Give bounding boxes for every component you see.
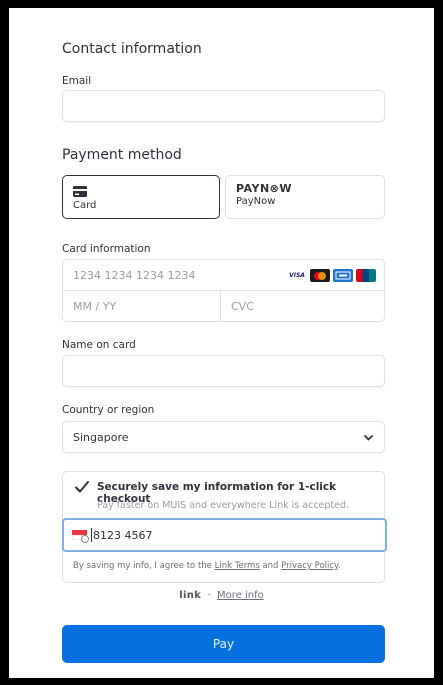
contact-section-title: Contact information (62, 41, 202, 57)
save-info-subtitle: Pay faster on MUIS and everywhere Link i… (97, 500, 350, 511)
pay-button[interactable]: Pay (62, 625, 385, 663)
card-icon (73, 186, 87, 197)
visa-icon: VISA (287, 269, 307, 282)
amex-icon (333, 269, 353, 282)
paynow-logo: PAYN⊗W (236, 182, 293, 195)
text-caret (91, 528, 92, 542)
tab-paynow[interactable]: PAYN⊗W PayNow (225, 175, 385, 219)
country-label: Country or region (62, 404, 155, 416)
chevron-down-icon (364, 435, 373, 441)
terms-and: and (259, 561, 282, 571)
email-label: Email (62, 75, 92, 87)
unionpay-icon (356, 269, 376, 282)
card-info-group: 1234 1234 1234 1234 VISA MM / YY CVC (62, 259, 385, 322)
phone-value: 8123 4567 (93, 528, 153, 542)
name-on-card-label: Name on card (62, 339, 136, 351)
card-info-label: Card information (62, 243, 151, 255)
singapore-flag-icon (72, 530, 89, 543)
payment-section-title: Payment method (62, 147, 182, 163)
terms-text: By saving my info, I agree to the Link T… (73, 561, 341, 571)
tab-card[interactable]: Card (62, 175, 220, 219)
expiry-field[interactable]: MM / YY (63, 291, 221, 322)
mastercard-icon (310, 269, 330, 282)
privacy-policy-link[interactable]: Privacy Policy (281, 561, 338, 571)
card-number-placeholder: 1234 1234 1234 1234 (73, 268, 196, 282)
cvc-field[interactable]: CVC (221, 291, 384, 322)
footer-separator: · (207, 590, 211, 601)
card-brands: VISA (287, 269, 376, 282)
card-number-field[interactable]: 1234 1234 1234 1234 VISA (63, 260, 384, 291)
link-save-box: Securely save my information for 1-click… (62, 471, 387, 583)
checkmark-icon[interactable] (73, 478, 91, 496)
phone-field[interactable]: 8123 4567 (62, 518, 387, 552)
link-footer: link · More info (9, 590, 434, 601)
tab-paynow-label: PayNow (236, 196, 276, 207)
name-on-card-field[interactable] (62, 355, 385, 387)
link-logo: link (179, 590, 202, 601)
cvc-placeholder: CVC (231, 300, 254, 313)
terms-prefix: By saving my info, I agree to the (73, 561, 215, 571)
country-value: Singapore (73, 430, 129, 444)
link-terms-link[interactable]: Link Terms (215, 561, 260, 571)
tab-card-label: Card (73, 200, 97, 211)
expiry-placeholder: MM / YY (73, 300, 117, 313)
country-select[interactable]: Singapore (62, 421, 385, 453)
email-field[interactable] (62, 90, 385, 122)
terms-suffix: . (337, 561, 341, 571)
checkout-panel: Contact information Email Payment method… (9, 8, 434, 678)
more-info-link[interactable]: More info (217, 590, 264, 601)
